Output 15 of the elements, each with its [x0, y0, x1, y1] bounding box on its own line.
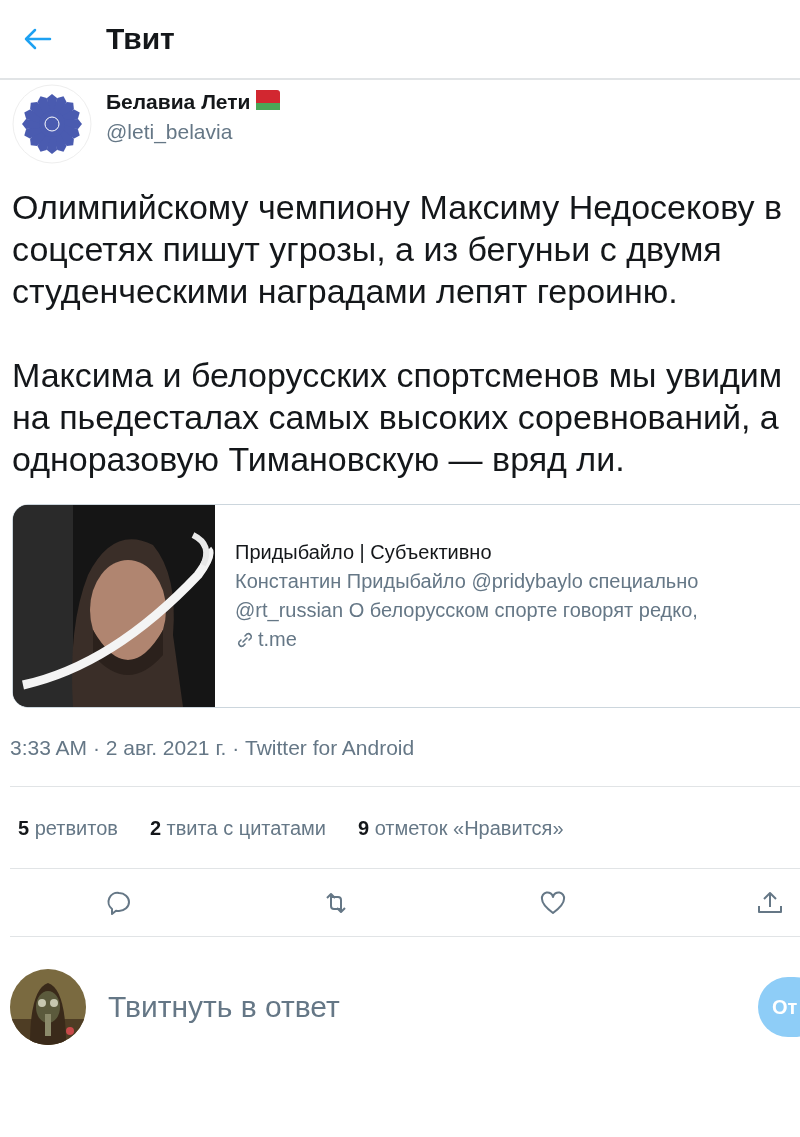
- author-handle[interactable]: @leti_belavia: [106, 120, 281, 144]
- card-title: Придыбайло | Субъективно: [235, 541, 493, 564]
- stat-link[interactable]: 5 ретвитов: [18, 817, 118, 840]
- tweet-timestamp: 3:33 AM · 2 авг. 2021 г. · Twitter for Android: [10, 736, 415, 759]
- author-name[interactable]: Белавиа Лети: [106, 90, 251, 114]
- card-description: Константин Придыбайло @pridybaylo специально: [235, 570, 699, 593]
- stat-link[interactable]: 2 твита с цитатами: [149, 817, 326, 840]
- stat-link[interactable]: 9 отметок «Нравится»: [357, 817, 564, 840]
- card-description: @rt_russian О белорусском спорте говорят редко,: [235, 599, 699, 622]
- card-domain: t.me: [258, 628, 297, 651]
- avatar-logo[interactable]: [12, 84, 92, 164]
- tweet-text: Олимпийскому чемпиону Максиму Недосекову в соцсетях пишут угрозы, а из бегуньи с двумя студенческими наградами лепят героиню.: [12, 187, 783, 312]
- flag-icon: [252, 90, 281, 110]
- tweet-text: Максима и белорусских спортсменов мы увидим на пьедесталах самых высоких соревнований, а одноразовую Тимановскую — вряд ли.: [12, 355, 784, 480]
- page-title: Твит: [106, 22, 175, 56]
